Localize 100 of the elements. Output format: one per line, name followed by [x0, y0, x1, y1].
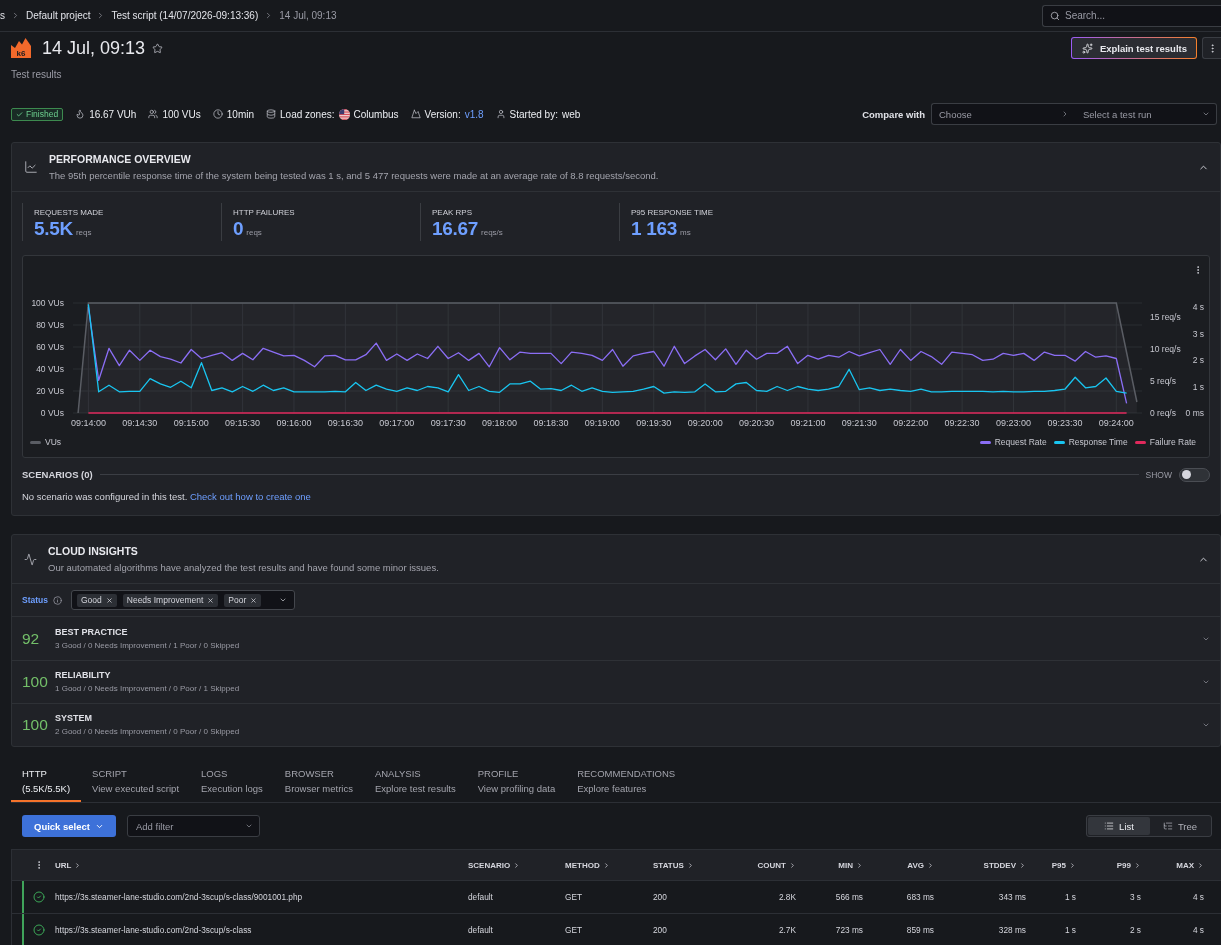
column-header[interactable]: SCENARIO: [468, 850, 565, 880]
flag-icon: [338, 108, 350, 120]
axis-label: 10 req/s: [1150, 343, 1181, 354]
axis-label: 09:19:30: [636, 418, 672, 428]
table-cell-text: 2.8K: [777, 891, 796, 904]
close-icon[interactable]: [105, 596, 113, 604]
toggle-switch[interactable]: [1179, 467, 1210, 482]
check-icon: [16, 110, 23, 118]
star-icon[interactable]: [152, 42, 164, 54]
column-header[interactable]: P95: [1026, 850, 1076, 880]
column-header[interactable]: AVG: [863, 850, 934, 880]
tab[interactable]: BROWSER Browser metrics: [273, 761, 364, 802]
axis-label: 09:23:00: [996, 418, 1032, 428]
filter-chip[interactable]: Needs Improvement: [122, 593, 219, 607]
table-cell-text: 3 s: [1128, 891, 1141, 904]
flame-icon: [75, 109, 86, 119]
breadcrumb-link[interactable]: s: [0, 10, 5, 21]
chevron-down-icon[interactable]: [1202, 721, 1210, 729]
close-icon[interactable]: [250, 596, 258, 604]
table-cell-text: 2 s: [1128, 924, 1141, 937]
tab[interactable]: HTTP (5.5K/5.5K): [11, 761, 82, 802]
chevron-right-icon: [789, 861, 796, 869]
tree-icon: [1162, 821, 1173, 831]
version-link[interactable]: v1.8: [464, 108, 484, 120]
table-cell-text: 200: [653, 924, 668, 937]
users-icon: [148, 109, 159, 119]
filter-chip[interactable]: Poor: [224, 593, 262, 607]
help-link[interactable]: Check out how to create one: [189, 491, 311, 502]
axis-label: 100 VUs: [31, 298, 64, 308]
stat-value: 1 163: [631, 218, 678, 239]
axis-label: 09:14:30: [122, 418, 158, 428]
quick-select-button[interactable]: Quick select: [22, 815, 116, 837]
table-cell-text: 1 s: [1063, 891, 1076, 904]
axis-label: 0 VUs: [40, 408, 64, 418]
stat-unit: ms: [680, 227, 691, 239]
axis-label: 09:18:00: [482, 418, 518, 428]
breadcrumb-link[interactable]: 14 Jul, 09:13: [279, 10, 337, 21]
stat-value: 0: [233, 218, 244, 239]
legend-label: Response Time: [1068, 437, 1128, 447]
table-cell-text: default: [468, 924, 494, 937]
axis-label: 09:17:00: [379, 418, 415, 428]
axis-label: 09:22:30: [944, 418, 980, 428]
table-cell-text: GET: [565, 924, 584, 937]
column-header[interactable]: COUNT: [743, 850, 796, 880]
filter-field[interactable]: Add filter: [127, 815, 260, 837]
column-header[interactable]: MIN: [796, 850, 863, 880]
table-cell-text: 200: [653, 891, 668, 904]
view-option[interactable]: Tree: [1150, 817, 1210, 835]
column-header[interactable]: STATUS: [653, 850, 743, 880]
column-header[interactable]: METHOD: [565, 850, 653, 880]
search-field[interactable]: Search...: [1042, 4, 1221, 27]
axis-label: 0 ms: [1185, 408, 1204, 418]
insight-title: BEST PRACTICE: [55, 625, 129, 638]
insight-summary: 2 Good / 0 Needs Improvement / 0 Poor / 0 Skipped: [55, 726, 240, 738]
panel-description: The 95th percentile response time of the system being tested was 1 s, and 5 477 requests were made at an average rate of 8.8 requests/second.: [49, 168, 659, 182]
filter-label: Status: [22, 595, 48, 605]
table-cell-text: 859 ms: [905, 924, 934, 937]
column-header[interactable]: P99: [1076, 850, 1141, 880]
section-label: SCENARIOS (0): [22, 469, 93, 480]
user-icon: [495, 109, 506, 119]
breadcrumb-link[interactable]: Test script (14/07/2026-09:13:36): [111, 10, 259, 21]
column-header[interactable]: STDDEV: [934, 850, 1026, 880]
tab[interactable]: SCRIPT View executed script: [81, 761, 190, 802]
view-option[interactable]: List: [1088, 817, 1150, 835]
stat-label: P95 RESPONSE TIME: [631, 207, 715, 218]
axis-label: 09:20:00: [687, 418, 723, 428]
column-header[interactable]: URL: [55, 850, 468, 880]
filter-chip[interactable]: Good: [77, 593, 117, 607]
tab[interactable]: RECOMMENDATIONS Explore features: [566, 761, 687, 802]
tab[interactable]: ANALYSIS Explore test results: [363, 761, 467, 802]
breadcrumb-link[interactable]: Default project: [26, 10, 91, 21]
chevron-right-icon: [513, 861, 521, 869]
status-select[interactable]: Good Needs Improvement Poor: [71, 590, 295, 610]
badge-label: Finished: [26, 109, 59, 119]
close-icon[interactable]: [207, 596, 215, 604]
legend-label: Failure Rate: [1149, 437, 1196, 447]
list-icon: [1104, 821, 1115, 831]
axis-label: 09:18:30: [533, 418, 569, 428]
table-cell-text: 343 ms: [997, 891, 1026, 904]
axis-label: 09:15:30: [225, 418, 261, 428]
explain-button[interactable]: Explain test results: [1070, 37, 1197, 59]
column-header[interactable]: MAX: [1141, 850, 1204, 880]
stat-value: 16.67: [432, 218, 479, 239]
axis-label: 4 s: [1192, 302, 1204, 313]
legend-label: Request Rate: [994, 437, 1047, 447]
axis-label: 40 VUs: [36, 364, 64, 374]
database-icon: [266, 109, 276, 119]
toggle-label: SHOW: [1145, 469, 1172, 480]
axis-label: 09:23:30: [1047, 418, 1083, 428]
chevron-down-icon[interactable]: [1202, 678, 1210, 686]
table-cell-text: 328 ms: [997, 924, 1026, 937]
meta-label: Started by:: [509, 108, 558, 120]
table-cell-text: 4 s: [1191, 891, 1204, 904]
logo-icon: k6: [11, 38, 31, 58]
axis-label: 09:22:00: [893, 418, 929, 428]
tab[interactable]: LOGS Execution logs: [190, 761, 274, 802]
check-circle-icon: [33, 924, 45, 936]
tab[interactable]: PROFILE View profiling data: [466, 761, 567, 802]
stat-unit: reqs: [246, 227, 262, 239]
axis-label: 09:21:00: [790, 418, 826, 428]
